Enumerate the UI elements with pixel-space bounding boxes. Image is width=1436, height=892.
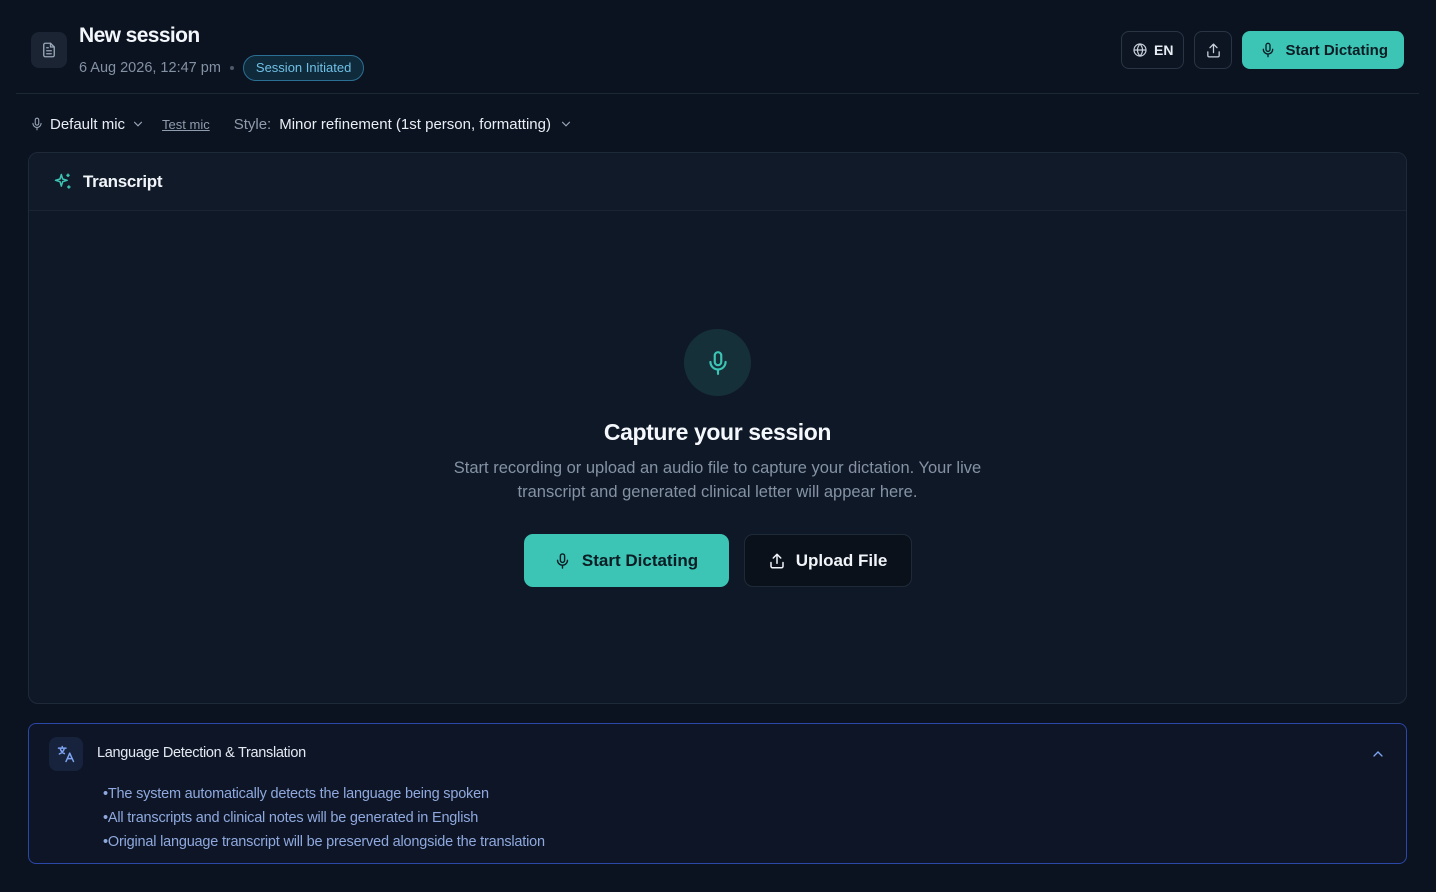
language-code: EN [1154,42,1174,58]
start-dictating-button-large[interactable]: Start Dictating [523,534,729,587]
session-header: New session 6 Aug 2026, 12:47 pm Session… [16,0,1419,94]
sparkle-icon [54,173,71,189]
upload-file-label: Upload File [795,550,888,570]
start-dictating-label: Start Dictating [1285,41,1388,59]
transcript-title: Transcript [83,171,163,191]
document-icon [31,32,67,68]
list-item: The system automatically detects the lan… [103,782,545,806]
empty-state: Capture your session Start recording or … [29,329,1406,587]
list-item: All transcripts and clinical notes will … [103,806,545,830]
separator-dot [229,66,234,70]
mic-select[interactable]: Default mic [30,116,145,133]
share-icon [1207,42,1220,58]
mic-badge [684,329,751,396]
recording-toolbar: Default mic Test mic Style: Minor refine… [30,112,573,136]
globe-icon [1133,43,1147,57]
empty-state-title: Capture your session [603,419,832,445]
transcript-header: Transcript [29,153,1406,211]
mic-icon [708,350,727,375]
language-button[interactable]: EN [1121,31,1185,69]
language-info-list: The system automatically detects the lan… [103,782,545,854]
transcript-panel: Transcript Capture your session Start re… [28,152,1407,704]
session-meta: 6 Aug 2026, 12:47 pm Session Initiated [79,55,365,81]
empty-state-description: Start recording or upload an audio file … [453,459,982,501]
page-title[interactable]: New session [79,24,200,48]
chevron-down-icon [561,121,571,127]
collapse-button[interactable] [1370,746,1386,767]
start-dictating-button[interactable]: Start Dictating [1242,31,1404,69]
chevron-down-icon [133,121,143,127]
translate-icon [49,737,83,771]
style-label: Style: [233,115,272,133]
upload-file-button[interactable]: Upload File [743,534,912,587]
mic-icon [556,552,569,569]
session-date: 6 Aug 2026, 12:47 pm [79,60,221,76]
test-mic-link[interactable]: Test mic [162,117,210,132]
language-detection-panel: Language Detection & Translation The sys… [28,723,1407,864]
mic-select-label: Default mic [50,115,126,133]
chevron-up-icon [1373,751,1383,757]
share-button[interactable] [1194,31,1233,69]
language-panel-title: Language Detection & Translation [97,745,306,761]
start-dictating-large-label: Start Dictating [581,550,699,570]
list-item: Original language transcript will be pre… [103,830,545,854]
upload-icon [769,553,784,568]
mic-icon [32,117,42,131]
status-badge: Session Initiated [242,55,365,81]
style-select[interactable]: Minor refinement (1st person, formatting… [279,116,573,133]
mic-icon [1263,42,1274,58]
empty-state-actions: Start Dictating Upload File [523,534,912,587]
style-value: Minor refinement (1st person, formatting… [279,115,551,133]
header-actions: EN Start Dictating [1121,31,1404,69]
